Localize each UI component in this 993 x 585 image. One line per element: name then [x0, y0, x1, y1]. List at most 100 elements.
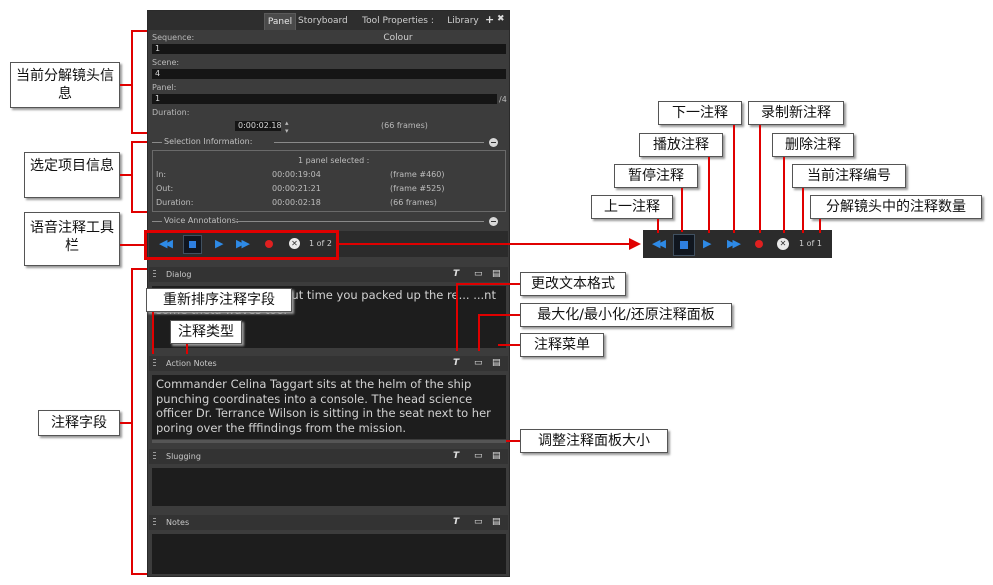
- text-format-icon[interactable]: T: [453, 269, 459, 279]
- note-body-notes[interactable]: [152, 534, 506, 574]
- tab-storyboard[interactable]: Storyboard: [298, 13, 348, 30]
- scene-label: Scene:: [152, 58, 180, 67]
- zoom-arrow: [339, 243, 629, 245]
- dur-time: 00:00:02:18: [272, 198, 321, 207]
- selection-header: Selection Information:: [164, 137, 253, 146]
- tab-library[interactable]: Library: [447, 13, 479, 30]
- callout-connector: [478, 314, 520, 316]
- divider: [152, 142, 162, 143]
- duration-field[interactable]: 0:00:02.18: [235, 121, 282, 131]
- bracket: [131, 573, 147, 575]
- bracket: [131, 268, 133, 575]
- note-body-action[interactable]: Commander Celina Taggart sits at the hel…: [152, 375, 506, 439]
- tab-panel[interactable]: Panel: [264, 13, 296, 30]
- callout-delete: 删除注释: [772, 133, 854, 157]
- resize-handle[interactable]: [152, 440, 506, 443]
- callout-note-fields: 注释字段: [38, 410, 120, 436]
- dur-frame: (66 frames): [390, 198, 437, 207]
- callout-connector: [120, 244, 144, 246]
- collapse-icon[interactable]: [489, 217, 498, 226]
- callout-resize: 调整注释面板大小: [520, 429, 668, 453]
- selection-summary: 1 panel selected :: [298, 156, 370, 165]
- in-frame: (frame #460): [390, 170, 445, 179]
- pause-icon[interactable]: [673, 234, 695, 256]
- reorder-grip-icon[interactable]: [153, 359, 156, 368]
- duration-label: Duration:: [152, 108, 190, 117]
- bracket: [131, 211, 147, 213]
- callout-current-number: 当前注释编号: [792, 164, 906, 188]
- dur-label: Duration:: [156, 198, 194, 207]
- callout-connector: [657, 219, 659, 233]
- reorder-grip-icon[interactable]: [153, 270, 156, 279]
- callout-connector: [456, 283, 458, 351]
- callout-note-menu: 注释菜单: [520, 333, 604, 357]
- text-format-icon[interactable]: T: [453, 358, 459, 368]
- sequence-label: Sequence:: [152, 33, 195, 42]
- reorder-grip-icon[interactable]: [153, 518, 156, 527]
- note-type-label: Dialog: [166, 270, 192, 279]
- bracket: [131, 30, 133, 134]
- voice-header: Voice Annotations:: [164, 216, 239, 225]
- duration-frames: (66 frames): [381, 121, 428, 130]
- callout-connector: [478, 314, 480, 351]
- note-menu-icon[interactable]: ▤: [492, 451, 501, 461]
- panel-total: /4: [499, 95, 507, 104]
- callout-connector: [186, 344, 188, 354]
- callout-pause: 暂停注释: [614, 164, 698, 188]
- note-header-dialog: Dialog T ▭ ▤: [149, 267, 508, 282]
- note-menu-icon[interactable]: ▤: [492, 517, 501, 527]
- maximize-icon[interactable]: ▭: [474, 451, 483, 461]
- callout-connector: [456, 283, 520, 285]
- add-tab-icon[interactable]: +: [485, 13, 494, 26]
- tab-tool-properties[interactable]: Tool Properties : Colour: [349, 13, 447, 43]
- callout-voice-toolbar: 语音注释工具栏: [24, 212, 120, 266]
- next-icon[interactable]: ▶▶: [727, 238, 741, 249]
- divider: [152, 221, 162, 222]
- maximize-icon[interactable]: ▭: [474, 517, 483, 527]
- reorder-grip-icon[interactable]: [153, 452, 156, 461]
- text-format-icon[interactable]: T: [453, 451, 459, 461]
- callout-connector: [802, 188, 804, 233]
- note-menu-icon[interactable]: ▤: [492, 358, 501, 368]
- scene-field[interactable]: 4: [152, 69, 506, 79]
- callout-connector: [783, 157, 785, 233]
- callout-connector: [152, 312, 154, 354]
- text-format-icon[interactable]: T: [453, 517, 459, 527]
- callout-previous: 上一注释: [591, 195, 673, 219]
- maximize-icon[interactable]: ▭: [474, 358, 483, 368]
- callout-connector: [708, 157, 710, 233]
- out-frame: (frame #525): [390, 184, 445, 193]
- bracket: [131, 30, 147, 32]
- in-time: 00:00:19:04: [272, 170, 321, 179]
- note-type-label: Action Notes: [166, 359, 217, 368]
- voice-toolbar-zoom: ◀◀ ▶ ▶▶ ✕ 1 of 1: [643, 230, 832, 258]
- out-label: Out:: [156, 184, 174, 193]
- toolbar-highlight: [144, 230, 339, 260]
- note-menu-icon[interactable]: ▤: [492, 269, 501, 279]
- note-type-label: Notes: [166, 518, 190, 527]
- play-icon[interactable]: ▶: [703, 238, 711, 249]
- bracket: [131, 268, 147, 270]
- bracket: [131, 141, 133, 213]
- previous-icon[interactable]: ◀◀: [652, 238, 666, 249]
- note-header-slugging: Slugging T ▭ ▤: [149, 449, 508, 464]
- collapse-icon[interactable]: [489, 138, 498, 147]
- duration-stepper-icon[interactable]: ▴ ▾: [285, 119, 289, 135]
- delete-icon[interactable]: ✕: [777, 238, 789, 250]
- tab-bar: Panel Storyboard Tool Properties : Colou…: [148, 11, 509, 43]
- in-label: In:: [156, 170, 167, 179]
- note-type-label: Slugging: [166, 452, 201, 461]
- panel-field[interactable]: 1: [152, 94, 497, 104]
- sequence-field[interactable]: 1: [152, 44, 506, 54]
- record-icon[interactable]: [755, 240, 763, 248]
- divider: [274, 142, 484, 143]
- maximize-icon[interactable]: ▭: [474, 269, 483, 279]
- callout-next: 下一注释: [658, 101, 742, 125]
- callout-note-type: 注释类型: [170, 320, 242, 344]
- note-body-slugging[interactable]: [152, 468, 506, 506]
- callout-current-panel-info: 当前分解镜头信息: [10, 62, 120, 108]
- callout-connector: [733, 125, 735, 233]
- note-header-notes: Notes T ▭ ▤: [149, 515, 508, 530]
- close-icon[interactable]: ✖: [497, 14, 505, 24]
- callout-reorder: 重新排序注释字段: [146, 288, 292, 312]
